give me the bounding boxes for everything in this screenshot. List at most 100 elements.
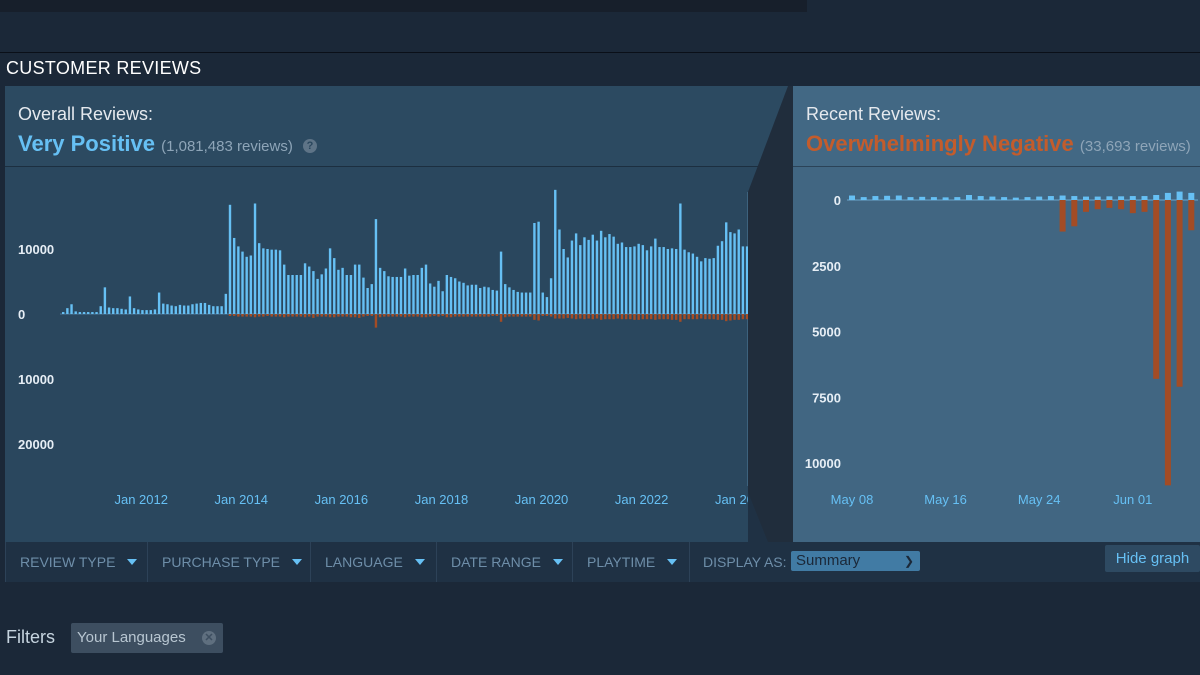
remove-filter-icon[interactable]: ✕ (202, 631, 216, 645)
positive-bar (216, 306, 219, 314)
positive-bar (445, 275, 449, 314)
x-tick-label: Jan 2020 (515, 492, 569, 507)
positive-bar (433, 286, 436, 314)
positive-bar (141, 310, 144, 314)
positive-bar (474, 284, 478, 314)
positive-bar (182, 305, 186, 314)
negative-bar (591, 314, 594, 320)
positive-bar (178, 304, 182, 314)
positive-bar (328, 248, 332, 314)
display-as-label: DISPLAY AS: (703, 554, 787, 570)
negative-bar (295, 314, 298, 317)
positive-bar (362, 277, 365, 314)
y-tick-label: 0 (18, 307, 25, 322)
negative-bar (1118, 200, 1125, 210)
filter-purchase-type[interactable]: PURCHASE TYPE (147, 542, 310, 582)
positive-bar (166, 304, 169, 314)
positive-bar (504, 284, 507, 314)
positive-bar (733, 233, 736, 314)
negative-bar (403, 314, 407, 318)
review-filter-bar: REVIEW TYPE PURCHASE TYPE LANGUAGE DATE … (5, 542, 1200, 582)
negative-bar (412, 314, 415, 317)
positive-bar (228, 204, 232, 314)
positive-bar (66, 308, 69, 314)
negative-bar (291, 314, 294, 317)
negative-bar (320, 314, 323, 317)
negative-bar (524, 314, 528, 317)
positive-bar (324, 268, 328, 314)
recent-reviews-chart[interactable]: 0 2500 5000 7500 10000 May 08 May 16 May 24 Jun … (793, 86, 1200, 542)
positive-bar (633, 246, 636, 314)
top-content-strip (0, 0, 807, 12)
positive-bar (353, 264, 357, 314)
negative-bar (674, 314, 678, 320)
negative-bar (641, 314, 645, 320)
positive-bar (116, 308, 119, 314)
positive-bar (91, 312, 94, 314)
positive-bar (262, 248, 265, 314)
overall-reviews-chart[interactable]: 10000 0 10000 20000 Jan 2012 Jan 2014 Jan 2016… (5, 86, 790, 542)
positive-bar (162, 303, 165, 314)
positive-bar (191, 304, 194, 314)
positive-bar (533, 223, 536, 314)
filter-review-type[interactable]: REVIEW TYPE (5, 542, 147, 582)
positive-bar (212, 306, 215, 314)
positive-bar (683, 249, 686, 314)
negative-bar (700, 314, 703, 319)
y-tick-label: 0 (834, 193, 841, 208)
positive-bar (695, 256, 699, 314)
negative-bar (232, 314, 236, 316)
display-as-value: Summary (796, 552, 861, 569)
positive-bar (412, 275, 415, 314)
filter-playtime-label: PLAYTIME (587, 554, 656, 570)
positive-bar (470, 284, 474, 314)
positive-bar (495, 290, 499, 314)
positive-bar (237, 246, 240, 314)
filter-language[interactable]: LANGUAGE (310, 542, 436, 582)
negative-bar (537, 314, 540, 321)
filter-playtime[interactable]: PLAYTIME (572, 542, 689, 582)
positive-bar (977, 196, 984, 200)
positive-bar (487, 287, 490, 314)
negative-bar (599, 314, 603, 320)
negative-bar (1083, 200, 1089, 212)
positive-bar (245, 256, 248, 314)
positive-bar (884, 195, 891, 200)
negative-bar (312, 314, 315, 318)
y-tick-label: 7500 (812, 390, 841, 405)
positive-bar (1164, 192, 1171, 200)
positive-bar (666, 249, 670, 314)
positive-bar (112, 308, 115, 314)
positive-bar (424, 264, 428, 314)
negative-bar (666, 314, 670, 320)
positive-bar (612, 236, 615, 314)
filter-purchase-type-label: PURCHASE TYPE (162, 554, 280, 570)
positive-bar (453, 278, 457, 314)
filter-date-range[interactable]: DATE RANGE (436, 542, 572, 582)
recent-reviews-panel: Recent Reviews: Overwhelmingly Negative … (793, 86, 1200, 542)
negative-bar (683, 314, 686, 320)
positive-bar (333, 258, 336, 314)
positive-bar (537, 221, 540, 314)
negative-bar (633, 314, 636, 320)
positive-bar (583, 237, 586, 314)
hide-graph-button[interactable]: Hide graph (1105, 545, 1200, 572)
negative-bar (470, 314, 474, 317)
positive-bar (545, 297, 549, 314)
negative-bar (449, 314, 453, 318)
positive-bar (520, 292, 524, 314)
positive-bar (320, 274, 323, 314)
negative-bar (637, 314, 640, 320)
positive-bar (145, 310, 148, 314)
negative-bar (428, 314, 432, 317)
positive-bar (358, 264, 361, 314)
display-as-select[interactable]: Summary ❯ (791, 551, 920, 571)
positive-bar (207, 304, 211, 314)
positive-bar (270, 249, 273, 314)
negative-bar (466, 314, 469, 317)
negative-bar (687, 314, 690, 320)
x-tick-label: Jan 2018 (415, 492, 469, 507)
y-tick-label: 10000 (18, 372, 54, 387)
positive-bar (737, 229, 740, 314)
positive-bar (654, 238, 657, 314)
